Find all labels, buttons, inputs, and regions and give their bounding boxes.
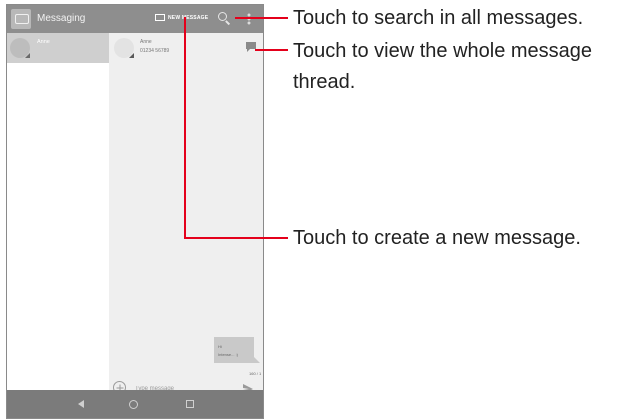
thread-callout-text-2: thread.	[293, 71, 356, 93]
thread-pane: Anne 01234 56789 Hi Intense... :) 160 / …	[109, 33, 263, 396]
messaging-app-icon	[11, 9, 31, 29]
conversation-name: Anne	[37, 39, 50, 45]
recent-apps-icon[interactable]	[186, 400, 194, 408]
new-message-callout-vertical	[184, 17, 186, 239]
back-icon[interactable]	[78, 400, 84, 408]
view-thread-icon[interactable]	[246, 42, 256, 49]
message-preview: Intense... :)	[218, 352, 239, 357]
overflow-menu-icon[interactable]	[247, 13, 251, 25]
message-composer	[109, 375, 263, 396]
navigation-bar	[7, 390, 263, 418]
new-message-label: NEW MESSAGE	[168, 14, 209, 21]
new-message-callout-text: Touch to create a new message.	[293, 227, 581, 249]
message-bubble[interactable]: Hi Intense... :)	[214, 337, 254, 363]
new-message-icon	[155, 14, 165, 21]
conversation-list: Anne	[7, 33, 110, 390]
search-callout-text: Touch to search in all messages.	[293, 7, 584, 29]
thread-callout-line	[255, 49, 288, 51]
action-bar: Messaging NEW MESSAGE	[7, 5, 263, 33]
home-icon[interactable]	[129, 400, 138, 409]
contact-avatar[interactable]	[114, 38, 134, 58]
search-icon[interactable]	[218, 12, 230, 24]
search-callout-line	[235, 17, 288, 19]
conversation-item[interactable]: Anne	[7, 33, 109, 63]
thread-callout-text-1: Touch to view the whole message	[293, 40, 593, 62]
avatar	[10, 38, 30, 58]
new-message-button[interactable]: NEW MESSAGE	[155, 14, 208, 21]
contact-number: 01234 56789	[140, 48, 170, 54]
tablet-screen: Messaging NEW MESSAGE Anne Anne 01234 56…	[6, 4, 264, 419]
message-text: Hi	[218, 344, 222, 349]
contact-name: Anne	[140, 39, 152, 45]
app-title: Messaging	[37, 13, 86, 24]
new-message-callout-horizontal	[184, 237, 288, 239]
thread-header: Anne 01234 56789	[109, 33, 263, 63]
